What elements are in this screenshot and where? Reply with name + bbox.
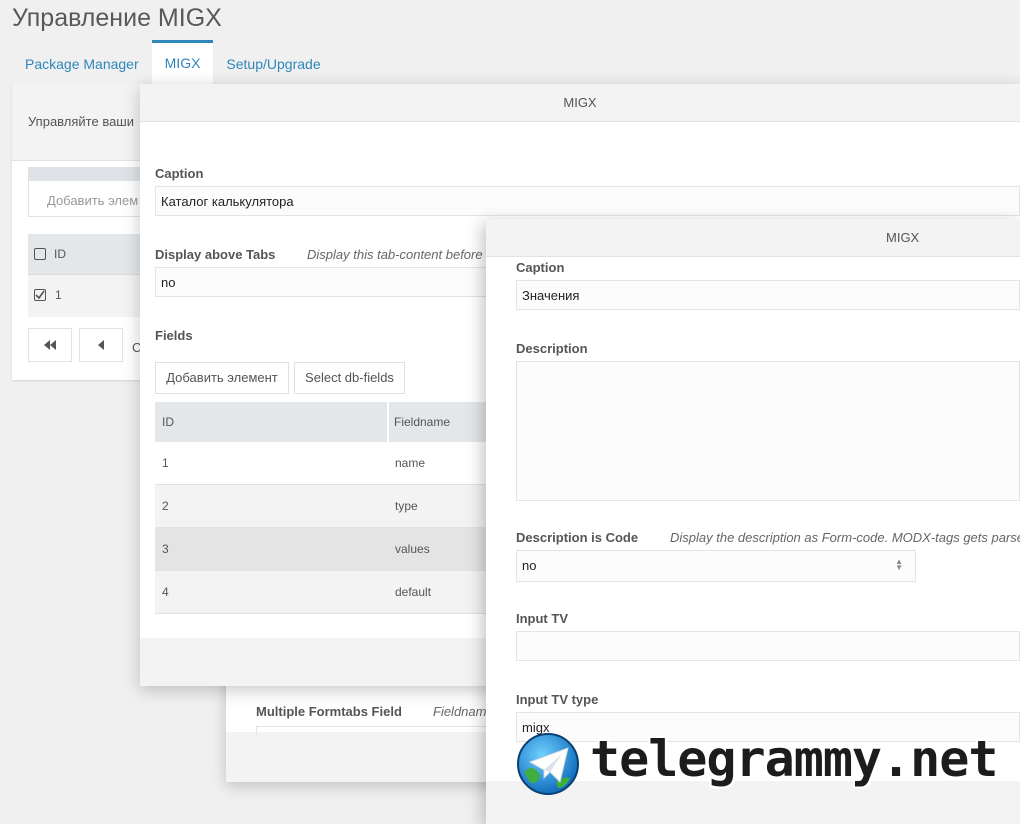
caption-label: Caption (155, 166, 204, 181)
window-title: MIGX (486, 219, 1020, 257)
chevron-left-icon (98, 340, 104, 350)
tab-package-manager[interactable]: Package Manager (12, 42, 152, 84)
description-is-code-hint: Display the description as Form-code. MO… (670, 530, 1020, 545)
row-fieldname: values (395, 542, 430, 556)
table-row[interactable]: 2 type (155, 485, 495, 528)
input-tv-label: Input TV (516, 611, 568, 626)
select-db-fields-button[interactable]: Select db-fields (294, 362, 405, 394)
description-is-code-value: no (522, 558, 537, 573)
row-fieldname: default (395, 585, 432, 599)
select-all-checkbox[interactable] (34, 248, 46, 260)
row-id: 1 (162, 456, 169, 470)
caption-label: Caption (516, 260, 565, 275)
main-tabs: Package Manager MIGX Setup/Upgrade (12, 40, 334, 84)
watermark-text: telegrammy.net (590, 730, 998, 788)
row-fieldname: type (395, 499, 418, 513)
display-above-tabs-select[interactable]: no (155, 267, 495, 297)
description-is-code-select[interactable]: no ▲ ▼ (516, 550, 916, 582)
description-label: Description (516, 341, 588, 356)
watermark: telegrammy.net (516, 730, 998, 798)
display-above-tabs-hint: Display this tab-content before (307, 247, 483, 262)
table-row[interactable]: 4 default (155, 571, 495, 614)
input-tv-field[interactable] (516, 631, 1020, 661)
table-row[interactable]: 1 name (155, 442, 495, 485)
multiple-formtabs-hint: Fieldname (433, 704, 494, 719)
row-checkbox[interactable] (34, 289, 46, 301)
panel-grid-col-id: ID (54, 247, 66, 261)
grid-col-fieldname[interactable]: Fieldname (389, 402, 495, 442)
window-body: Caption Значения Description Description… (486, 257, 1020, 781)
description-textarea[interactable] (516, 361, 1020, 501)
row-id: 1 (55, 288, 62, 302)
multiple-formtabs-input[interactable] (256, 726, 498, 735)
fields-label: Fields (155, 328, 193, 343)
row-id: 3 (162, 542, 169, 556)
grid-col-id[interactable]: ID (155, 402, 387, 442)
first-page-button[interactable] (28, 328, 72, 362)
fields-grid: ID Fieldname 1 name 2 type 3 values 4 de… (155, 402, 495, 614)
multiple-formtabs-label: Multiple Formtabs Field (256, 704, 402, 719)
tab-setup-upgrade[interactable]: Setup/Upgrade (213, 42, 333, 84)
double-chevron-left-icon (44, 340, 56, 350)
add-element-placeholder: Добавить элем (47, 193, 139, 208)
add-element-button[interactable]: Добавить элемент (155, 362, 289, 394)
select-arrows-icon: ▲ ▼ (895, 557, 903, 572)
caption-input[interactable]: Каталог калькулятора (155, 186, 1020, 216)
row-id: 2 (162, 499, 169, 513)
window-title: MIGX (140, 84, 1020, 122)
input-tv-type-label: Input TV type (516, 692, 599, 707)
description-is-code-label: Description is Code (516, 530, 639, 545)
row-id: 4 (162, 585, 169, 599)
caption-input[interactable]: Значения (516, 280, 1020, 310)
tab-migx[interactable]: MIGX (151, 40, 214, 84)
prev-page-button[interactable] (79, 328, 123, 362)
table-row[interactable]: 3 values (155, 528, 495, 571)
panel-description-text: Управляйте ваши (28, 114, 134, 129)
page-title: Управление MIGX (12, 4, 222, 32)
display-above-tabs-label: Display above Tabs (155, 247, 276, 262)
telegram-globe-icon (517, 733, 579, 795)
row-fieldname: name (395, 456, 426, 470)
check-icon (35, 290, 45, 300)
